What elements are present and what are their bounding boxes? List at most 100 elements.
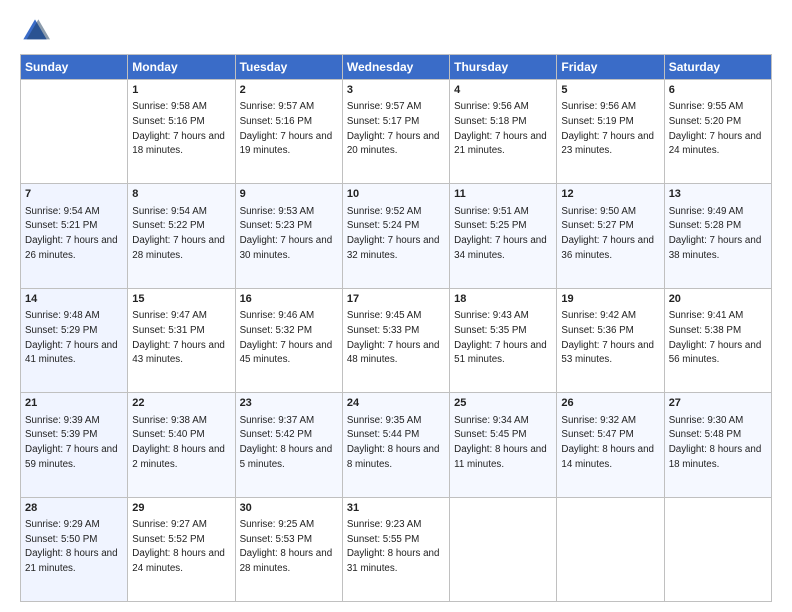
cell-info: Sunrise: 9:49 AMSunset: 5:28 PMDaylight:…	[669, 206, 762, 261]
calendar-cell: 18 Sunrise: 9:43 AMSunset: 5:35 PMDayligh…	[450, 288, 557, 392]
day-number: 26	[561, 396, 659, 411]
day-number: 19	[561, 292, 659, 307]
cell-info: Sunrise: 9:23 AMSunset: 5:55 PMDaylight:…	[347, 519, 440, 574]
day-number: 12	[561, 187, 659, 202]
day-number: 7	[25, 187, 123, 202]
calendar-cell: 24 Sunrise: 9:35 AMSunset: 5:44 PMDayligh…	[342, 393, 449, 497]
cell-info: Sunrise: 9:48 AMSunset: 5:29 PMDaylight:…	[25, 310, 118, 365]
calendar-cell: 7 Sunrise: 9:54 AMSunset: 5:21 PMDaylight…	[21, 184, 128, 288]
cell-info: Sunrise: 9:55 AMSunset: 5:20 PMDaylight:…	[669, 101, 762, 156]
calendar-cell: 29 Sunrise: 9:27 AMSunset: 5:52 PMDayligh…	[128, 497, 235, 601]
calendar-cell: 28 Sunrise: 9:29 AMSunset: 5:50 PMDayligh…	[21, 497, 128, 601]
calendar-header-cell: Tuesday	[235, 55, 342, 80]
calendar-cell: 23Sunrise: 9:37 AMSunset: 5:42 PMDayligh…	[235, 393, 342, 497]
cell-info: Sunrise: 9:57 AMSunset: 5:17 PMDaylight:…	[347, 101, 440, 156]
day-number: 31	[347, 501, 445, 516]
calendar-cell: 10 Sunrise: 9:52 AMSunset: 5:24 PMDayligh…	[342, 184, 449, 288]
calendar-cell: 6 Sunrise: 9:55 AMSunset: 5:20 PMDaylight…	[664, 80, 771, 184]
cell-info: Sunrise: 9:57 AMSunset: 5:16 PMDaylight:…	[240, 101, 333, 156]
cell-info: Sunrise: 9:29 AMSunset: 5:50 PMDaylight:…	[25, 519, 118, 574]
calendar-cell: 22 Sunrise: 9:38 AMSunset: 5:40 PMDayligh…	[128, 393, 235, 497]
calendar-header-cell: Sunday	[21, 55, 128, 80]
calendar-body: 1Sunrise: 9:58 AMSunset: 5:16 PMDaylight…	[21, 80, 772, 602]
calendar-cell: 9 Sunrise: 9:53 AMSunset: 5:23 PMDaylight…	[235, 184, 342, 288]
day-number: 9	[240, 187, 338, 202]
day-number: 20	[669, 292, 767, 307]
calendar-cell: 11 Sunrise: 9:51 AMSunset: 5:25 PMDayligh…	[450, 184, 557, 288]
calendar-cell: 5Sunrise: 9:56 AMSunset: 5:19 PMDaylight…	[557, 80, 664, 184]
cell-info: Sunrise: 9:45 AMSunset: 5:33 PMDaylight:…	[347, 310, 440, 365]
calendar-cell: 3 Sunrise: 9:57 AMSunset: 5:17 PMDaylight…	[342, 80, 449, 184]
calendar-cell: 25 Sunrise: 9:34 AMSunset: 5:45 PMDayligh…	[450, 393, 557, 497]
calendar-week-row: 14 Sunrise: 9:48 AMSunset: 5:29 PMDayligh…	[21, 288, 772, 392]
calendar-cell: 19 Sunrise: 9:42 AMSunset: 5:36 PMDayligh…	[557, 288, 664, 392]
cell-info: Sunrise: 9:56 AMSunset: 5:18 PMDaylight:…	[454, 101, 547, 156]
cell-info: Sunrise: 9:37 AMSunset: 5:42 PMDaylight:…	[240, 415, 333, 470]
calendar-cell: 26Sunrise: 9:32 AMSunset: 5:47 PMDayligh…	[557, 393, 664, 497]
day-number: 1	[132, 83, 230, 98]
cell-info: Sunrise: 9:50 AMSunset: 5:27 PMDaylight:…	[561, 206, 654, 261]
calendar-cell	[21, 80, 128, 184]
calendar-cell: 17 Sunrise: 9:45 AMSunset: 5:33 PMDayligh…	[342, 288, 449, 392]
calendar-cell	[557, 497, 664, 601]
cell-info: Sunrise: 9:51 AMSunset: 5:25 PMDaylight:…	[454, 206, 547, 261]
calendar-cell: 13Sunrise: 9:49 AMSunset: 5:28 PMDayligh…	[664, 184, 771, 288]
day-number: 10	[347, 187, 445, 202]
calendar-cell: 31 Sunrise: 9:23 AMSunset: 5:55 PMDayligh…	[342, 497, 449, 601]
calendar-cell: 12 Sunrise: 9:50 AMSunset: 5:27 PMDayligh…	[557, 184, 664, 288]
cell-info: Sunrise: 9:38 AMSunset: 5:40 PMDaylight:…	[132, 415, 225, 470]
calendar-table: SundayMondayTuesdayWednesdayThursdayFrid…	[20, 54, 772, 602]
calendar-cell: 30 Sunrise: 9:25 AMSunset: 5:53 PMDayligh…	[235, 497, 342, 601]
cell-info: Sunrise: 9:27 AMSunset: 5:52 PMDaylight:…	[132, 519, 225, 574]
calendar-cell: 8Sunrise: 9:54 AMSunset: 5:22 PMDaylight…	[128, 184, 235, 288]
header	[20, 16, 772, 46]
calendar-cell: 27 Sunrise: 9:30 AMSunset: 5:48 PMDayligh…	[664, 393, 771, 497]
cell-info: Sunrise: 9:30 AMSunset: 5:48 PMDaylight:…	[669, 415, 762, 470]
logo-icon	[20, 16, 50, 46]
cell-info: Sunrise: 9:42 AMSunset: 5:36 PMDaylight:…	[561, 310, 654, 365]
calendar-week-row: 28 Sunrise: 9:29 AMSunset: 5:50 PMDayligh…	[21, 497, 772, 601]
day-number: 24	[347, 396, 445, 411]
calendar-cell	[664, 497, 771, 601]
calendar-week-row: 7 Sunrise: 9:54 AMSunset: 5:21 PMDaylight…	[21, 184, 772, 288]
cell-info: Sunrise: 9:54 AMSunset: 5:21 PMDaylight:…	[25, 206, 118, 261]
calendar-header-cell: Monday	[128, 55, 235, 80]
cell-info: Sunrise: 9:34 AMSunset: 5:45 PMDaylight:…	[454, 415, 547, 470]
day-number: 28	[25, 501, 123, 516]
calendar-header-row: SundayMondayTuesdayWednesdayThursdayFrid…	[21, 55, 772, 80]
day-number: 27	[669, 396, 767, 411]
day-number: 15	[132, 292, 230, 307]
cell-info: Sunrise: 9:39 AMSunset: 5:39 PMDaylight:…	[25, 415, 118, 470]
calendar-cell: 1Sunrise: 9:58 AMSunset: 5:16 PMDaylight…	[128, 80, 235, 184]
day-number: 4	[454, 83, 552, 98]
calendar-cell: 2 Sunrise: 9:57 AMSunset: 5:16 PMDaylight…	[235, 80, 342, 184]
cell-info: Sunrise: 9:41 AMSunset: 5:38 PMDaylight:…	[669, 310, 762, 365]
cell-info: Sunrise: 9:52 AMSunset: 5:24 PMDaylight:…	[347, 206, 440, 261]
day-number: 11	[454, 187, 552, 202]
day-number: 14	[25, 292, 123, 307]
day-number: 2	[240, 83, 338, 98]
page: SundayMondayTuesdayWednesdayThursdayFrid…	[0, 0, 792, 612]
cell-info: Sunrise: 9:56 AMSunset: 5:19 PMDaylight:…	[561, 101, 654, 156]
cell-info: Sunrise: 9:25 AMSunset: 5:53 PMDaylight:…	[240, 519, 333, 574]
day-number: 6	[669, 83, 767, 98]
calendar-cell: 4 Sunrise: 9:56 AMSunset: 5:18 PMDaylight…	[450, 80, 557, 184]
day-number: 29	[132, 501, 230, 516]
cell-info: Sunrise: 9:43 AMSunset: 5:35 PMDaylight:…	[454, 310, 547, 365]
day-number: 18	[454, 292, 552, 307]
cell-info: Sunrise: 9:53 AMSunset: 5:23 PMDaylight:…	[240, 206, 333, 261]
calendar-cell: 15Sunrise: 9:47 AMSunset: 5:31 PMDayligh…	[128, 288, 235, 392]
day-number: 30	[240, 501, 338, 516]
calendar-cell	[450, 497, 557, 601]
calendar-header-cell: Wednesday	[342, 55, 449, 80]
day-number: 25	[454, 396, 552, 411]
day-number: 8	[132, 187, 230, 202]
day-number: 22	[132, 396, 230, 411]
calendar-week-row: 21 Sunrise: 9:39 AMSunset: 5:39 PMDayligh…	[21, 393, 772, 497]
calendar-header-cell: Saturday	[664, 55, 771, 80]
day-number: 17	[347, 292, 445, 307]
cell-info: Sunrise: 9:35 AMSunset: 5:44 PMDaylight:…	[347, 415, 440, 470]
day-number: 3	[347, 83, 445, 98]
calendar-header-cell: Friday	[557, 55, 664, 80]
day-number: 21	[25, 396, 123, 411]
